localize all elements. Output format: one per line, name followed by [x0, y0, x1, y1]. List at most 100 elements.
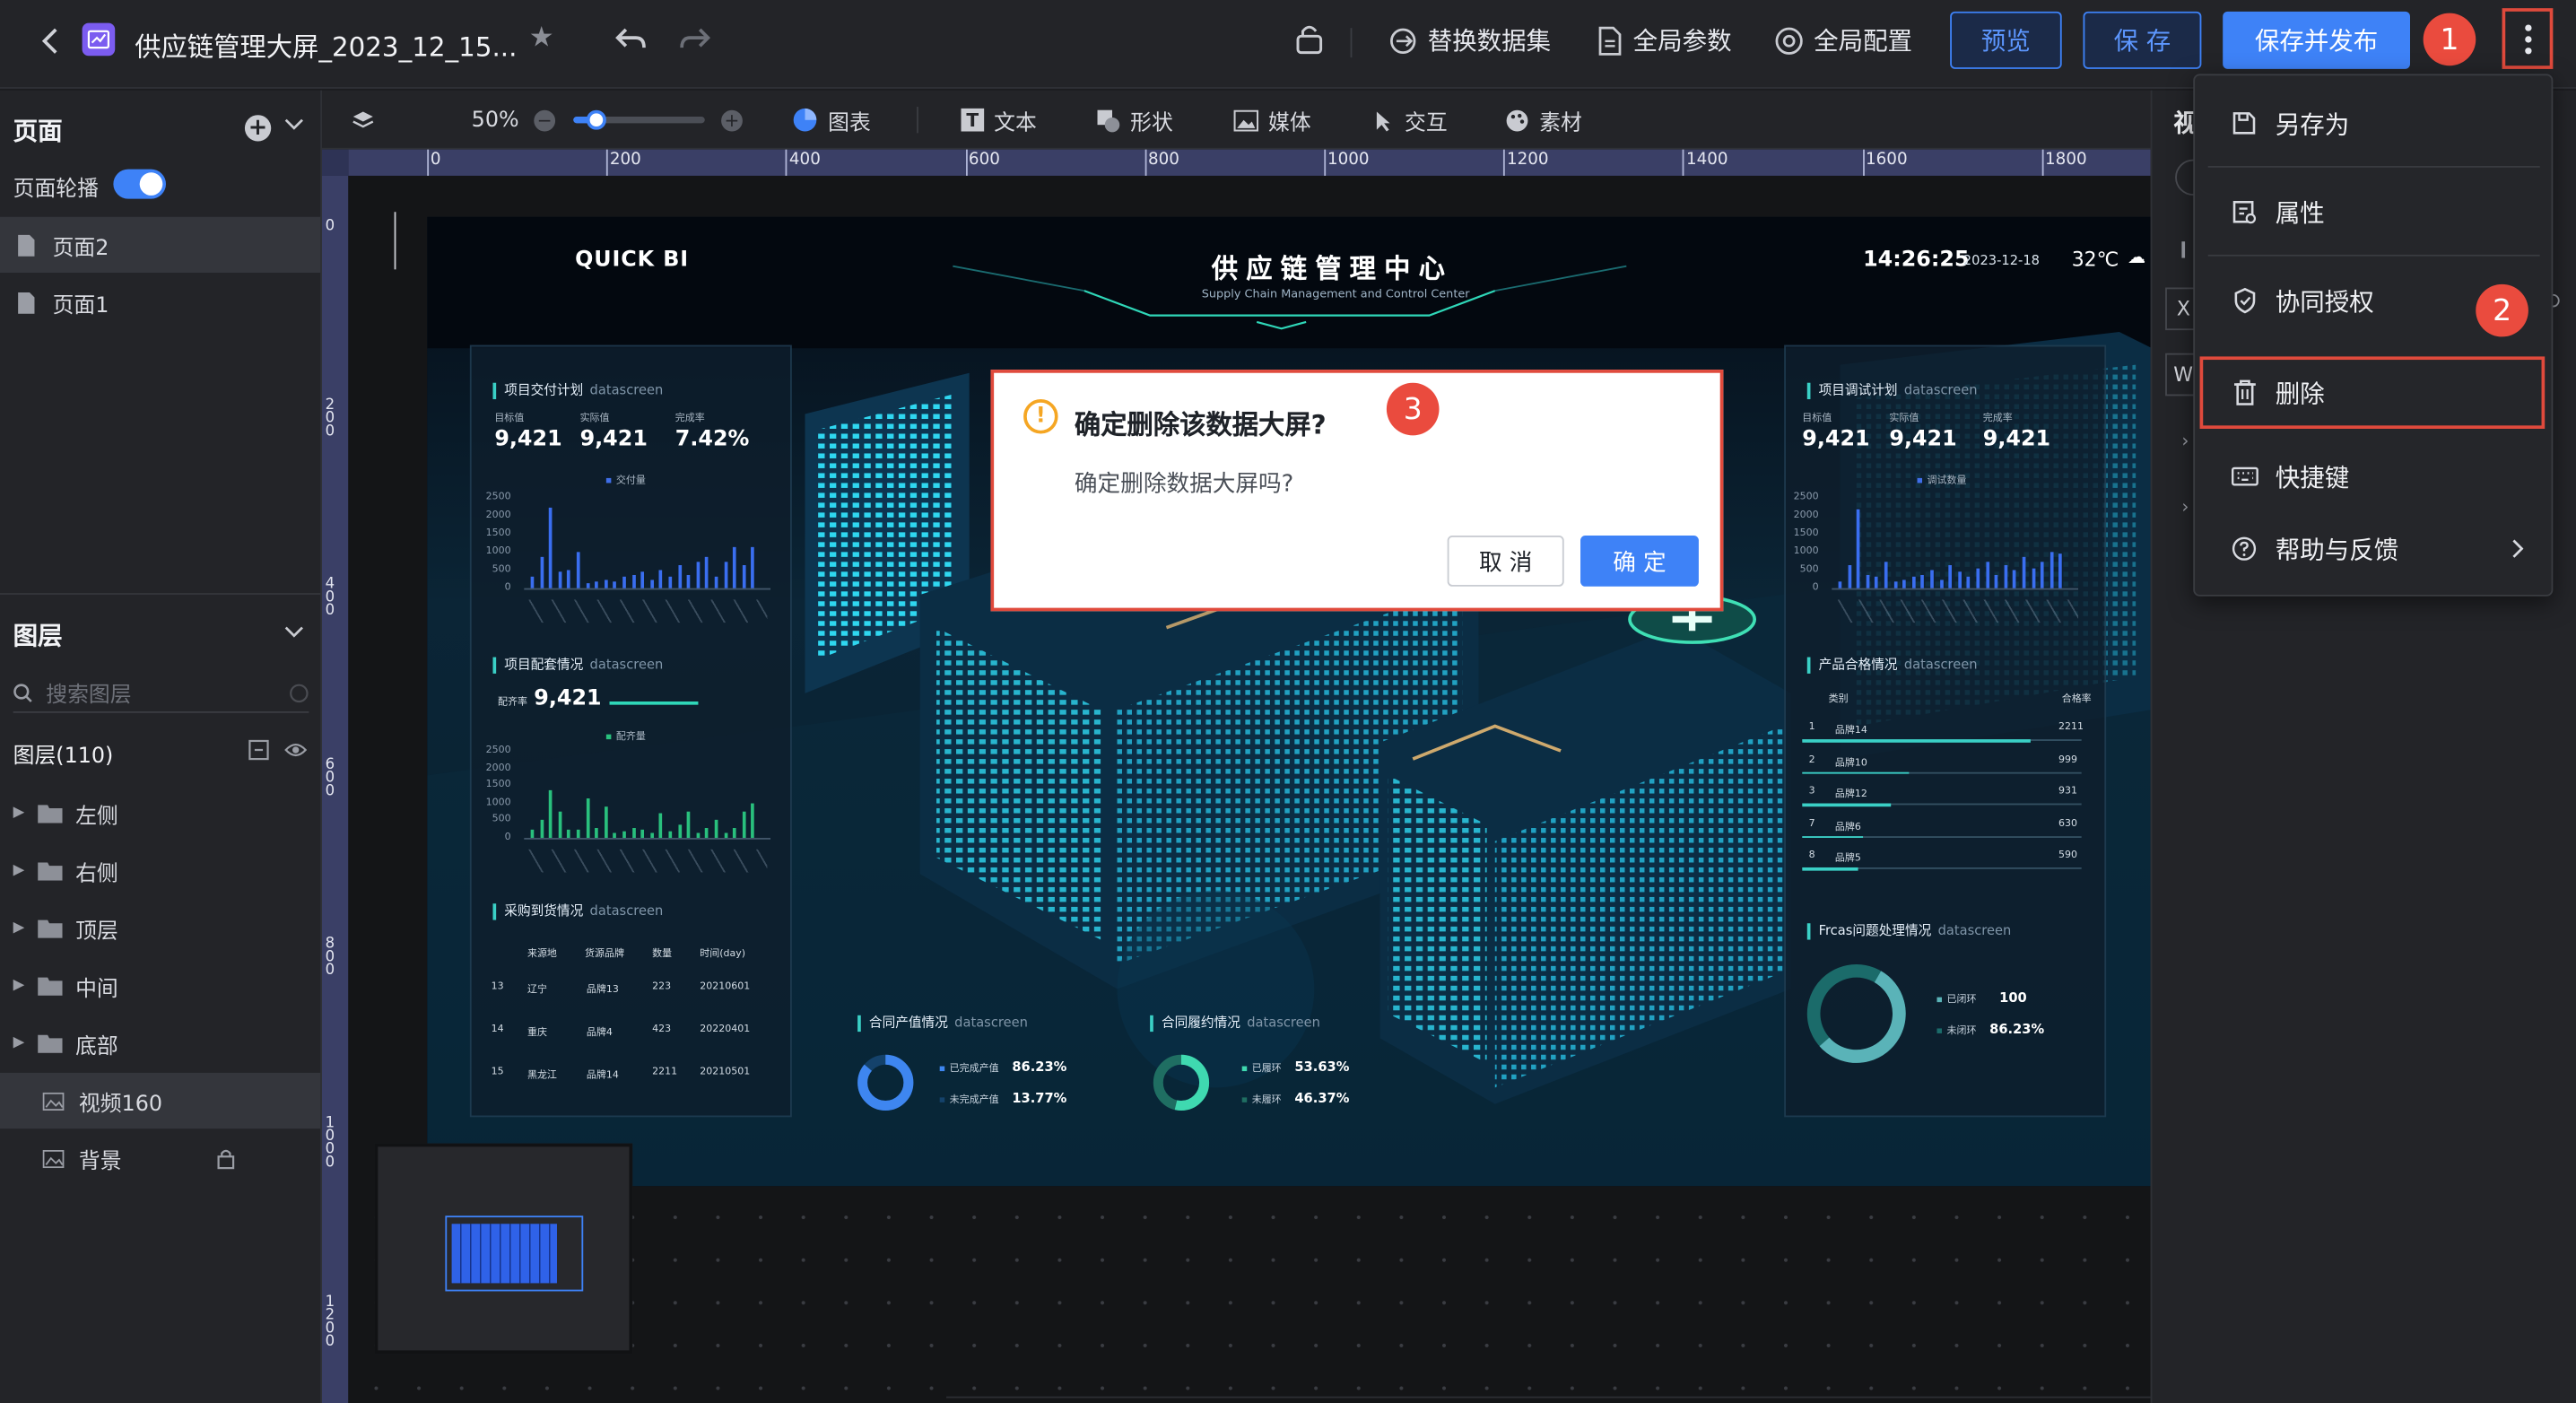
table-cell: 423 [652, 1023, 672, 1035]
save-button[interactable]: 保 存 [2083, 11, 2202, 69]
frcas-donut [1806, 964, 1906, 1063]
folder-icon [37, 804, 63, 824]
chart-bar [1902, 579, 1907, 588]
canvas-area[interactable]: QUICK BI 供应链管理中心 Supply Chain Management… [348, 175, 2153, 1403]
kpi-target: 目标值 9,421 [1802, 412, 1870, 452]
debug-bar-chart: 2500 2000 1500 1000 500 0 [1789, 492, 2088, 597]
layer-item-background[interactable]: 背景 [0, 1130, 320, 1186]
table-row: 1 品牌14 2211 [1802, 718, 2084, 744]
search-input[interactable]: 搜索图层 [46, 677, 131, 708]
menu-item-delete[interactable]: 删除 [2199, 356, 2546, 429]
page-item-2[interactable]: 页面2 [0, 216, 321, 274]
chart-bar [2004, 565, 2007, 588]
star-icon[interactable]: ★ [529, 22, 554, 55]
menu-item-shortcuts[interactable]: 快捷键 [2208, 440, 2540, 513]
layer-search[interactable]: 搜索图层 [13, 674, 309, 713]
caret-right-icon: ▶ [13, 862, 25, 879]
cancel-button[interactable]: 取 消 [1447, 536, 1564, 587]
table-cell: 999 [2058, 753, 2078, 765]
replace-dataset-button[interactable]: 替换数据集 [1388, 23, 1551, 57]
chart-bar [586, 583, 589, 588]
panel-title: 合同产值情况 datascreen [857, 1015, 1028, 1033]
global-config-button[interactable]: 全局配置 [1774, 23, 1912, 57]
shield-icon [2228, 287, 2261, 314]
right-panel: 项目调试计划 datascreen 目标值 9,421 实际值 9,421 完成率 9,… [1784, 344, 2108, 1118]
layer-group-middle[interactable]: ▶ 中间 [0, 958, 320, 1014]
chevron-right-icon[interactable]: › [2181, 496, 2189, 518]
ruler-label: 800 [325, 936, 335, 980]
chart-bar [733, 547, 736, 588]
page-item-1[interactable]: 页面1 [0, 274, 320, 330]
zoom-out-icon[interactable]: − [534, 91, 556, 150]
chart-tool[interactable]: 图表 [792, 91, 871, 150]
stat-row: 已完成产值 86.23% [939, 1059, 1066, 1075]
chart-bar [714, 577, 718, 588]
ruler-label: 400 [325, 577, 335, 621]
minimap-viewport[interactable] [445, 1216, 584, 1292]
table-cell: 重庆 [527, 1026, 547, 1039]
layer-group-top[interactable]: ▶ 顶层 [0, 901, 320, 956]
minimap[interactable] [374, 1143, 633, 1355]
chevron-down-icon[interactable] [284, 626, 304, 640]
table-row: 8 品牌5 590 [1802, 846, 2082, 872]
panel-title: 产品合格情况 datascreen [1806, 657, 1978, 674]
more-menu-button[interactable] [2502, 8, 2554, 69]
text-tool[interactable]: T 文本 [961, 91, 1037, 150]
chart-bar [2058, 553, 2063, 588]
help-icon [2228, 536, 2261, 562]
lock-icon[interactable] [217, 1147, 235, 1169]
zoom-slider[interactable] [573, 109, 705, 130]
chart-bar [1838, 580, 1842, 588]
chevron-right-icon[interactable]: › [2181, 431, 2189, 452]
chart-bar [705, 556, 709, 588]
dashboard-canvas[interactable]: QUICK BI 供应链管理中心 Supply Chain Management… [427, 216, 2153, 1187]
layer-group-right[interactable]: ▶ 右侧 [0, 842, 320, 898]
table-cell: 15 [491, 1066, 504, 1078]
interaction-tool[interactable]: 交互 [1371, 91, 1448, 150]
save-as-icon [2228, 110, 2261, 136]
shape-icon [1097, 109, 1120, 132]
global-params-button[interactable]: 全局参数 [1597, 23, 1732, 57]
caret-right-icon: ▶ [13, 919, 25, 937]
media-tool[interactable]: 媒体 [1233, 91, 1311, 150]
ruler-label: 200 [325, 397, 335, 441]
preview-button[interactable]: 预览 [1950, 11, 2062, 69]
dialog-message: 确定删除数据大屏吗? [1074, 471, 1294, 498]
axis-tick: 1000 [1793, 545, 1819, 557]
folder-icon [37, 861, 63, 881]
shape-tool[interactable]: 形状 [1096, 91, 1173, 150]
back-icon[interactable] [33, 24, 66, 57]
undo-icon[interactable] [614, 26, 648, 52]
layer-group-left[interactable]: ▶ 左侧 [0, 785, 320, 841]
table-cell: 品牌12 [1834, 789, 1867, 800]
menu-item-properties[interactable]: 属性 [2208, 176, 2540, 248]
visibility-icon[interactable] [284, 741, 308, 759]
layer-group-bottom[interactable]: ▶ 底部 [0, 1015, 320, 1071]
zoom-slider-handle[interactable] [586, 109, 606, 130]
chart-bar [586, 798, 589, 839]
layers-toggle[interactable] [352, 91, 375, 150]
stat-row: 已履环 53.63% [1241, 1059, 1349, 1075]
menu-item-save-as[interactable]: 另存为 [2208, 87, 2540, 160]
add-page-icon[interactable]: + [244, 115, 272, 142]
chart-bar [668, 831, 673, 839]
chevron-down-icon[interactable] [284, 118, 304, 132]
lock-icon[interactable] [1294, 23, 1324, 57]
chart-bar [604, 807, 608, 839]
chart-bar [2041, 561, 2044, 588]
folder-icon [37, 976, 63, 996]
ruler-label: 1000 [1327, 151, 1370, 170]
menu-item-help[interactable]: 帮助与反馈 [2208, 512, 2540, 585]
collapse-all-icon[interactable] [248, 739, 270, 761]
zoom-in-icon[interactable]: + [721, 91, 743, 150]
chart-bar [558, 571, 562, 588]
redo-icon[interactable] [678, 26, 711, 52]
image-icon [42, 1091, 65, 1111]
layer-item-video[interactable]: 视频160 [0, 1072, 321, 1129]
material-tool[interactable]: 素材 [1505, 91, 1582, 150]
carousel-toggle[interactable] [113, 169, 166, 199]
save-publish-button[interactable]: 保存并发布 [2223, 11, 2411, 69]
confirm-button[interactable]: 确 定 [1580, 536, 1699, 587]
quality-table: 1 品牌14 2211 2 品牌10 999 3 品牌12 931 7 品牌6 630 8 品牌5 590 [1786, 718, 2108, 882]
table-header: 来源地 [527, 947, 557, 960]
